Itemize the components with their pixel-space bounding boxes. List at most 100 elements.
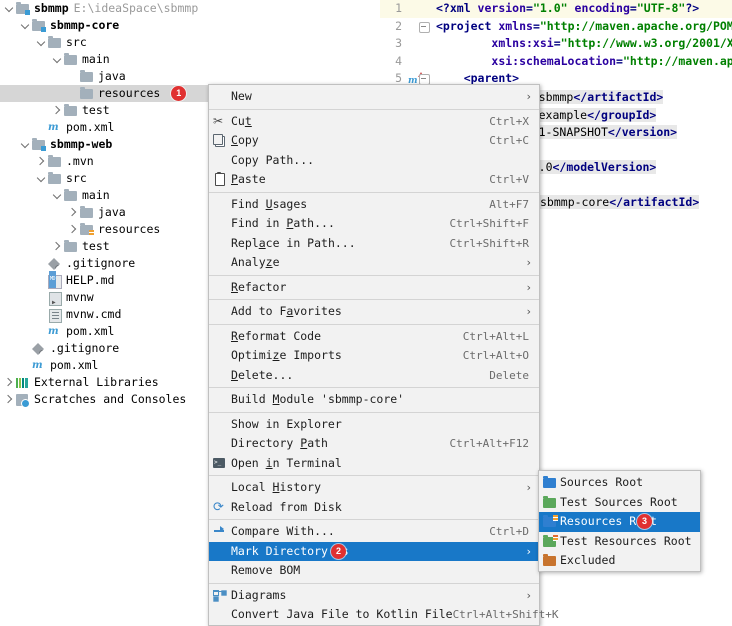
menu-item[interactable]: Find UsagesAlt+F7: [209, 195, 539, 215]
menu-item[interactable]: New›: [209, 87, 539, 107]
gutter-markers[interactable]: [406, 53, 432, 71]
code-token: </modelVersion>: [553, 160, 657, 174]
menu-separator: [209, 519, 539, 520]
tree-item-label: main: [82, 187, 115, 204]
gutter-markers[interactable]: [406, 18, 432, 36]
line-number: 3: [380, 35, 406, 53]
menu-item[interactable]: Compare With...Ctrl+D: [209, 522, 539, 542]
tree-expand-arrow[interactable]: [4, 374, 15, 391]
tree-row[interactable]: src: [0, 34, 380, 51]
tree-row[interactable]: java: [0, 68, 380, 85]
line-number: 1: [380, 0, 406, 18]
tree-item-label: Scratches and Consoles: [34, 391, 191, 408]
menu-item-shortcut: Delete: [489, 366, 539, 386]
context-menu[interactable]: New› CutCtrl+XCopyCtrl+CCopy Path...Paste…: [208, 84, 540, 626]
tree-row[interactable]: main: [0, 51, 380, 68]
submenu-item[interactable]: Excluded: [539, 551, 700, 571]
tree-item-label: sbmmp-core: [50, 17, 124, 34]
submenu-item[interactable]: Resources Root3: [539, 512, 700, 532]
menu-item[interactable]: Reload from Disk: [209, 498, 539, 518]
menu-separator: [209, 412, 539, 413]
gutter-markers[interactable]: [406, 0, 432, 18]
tree-expand-arrow[interactable]: [20, 136, 31, 153]
menu-item[interactable]: PasteCtrl+V: [209, 170, 539, 190]
menu-item[interactable]: Build Module 'sbmmp-core': [209, 390, 539, 410]
tree-expand-arrow[interactable]: [68, 221, 79, 238]
editor-line: 1<?xml version="1.0" encoding="UTF-8"?>: [380, 0, 732, 18]
menu-item[interactable]: Show in Explorer: [209, 415, 539, 435]
code-token: =: [526, 1, 533, 15]
tree-expand-arrow[interactable]: [36, 153, 47, 170]
mnemonic: M: [273, 392, 280, 406]
menu-item-label: Show in Explorer: [231, 415, 539, 435]
tree-item-label: mvnw: [66, 289, 99, 306]
code-token: <project: [436, 19, 498, 33]
menu-item[interactable]: Diagrams›: [209, 586, 539, 606]
tree-expand-arrow[interactable]: [52, 51, 63, 68]
mark-directory-as-submenu[interactable]: Sources RootTest Sources RootResources R…: [538, 470, 701, 572]
code-token: </artifactId>: [573, 90, 663, 104]
menu-item[interactable]: Open in Terminal: [209, 454, 539, 474]
tree-expand-arrow[interactable]: [4, 391, 15, 408]
menu-item-label: Paste: [231, 170, 489, 190]
menu-separator: [209, 109, 539, 110]
module-folder-icon: [31, 18, 46, 33]
maven-xml-icon: m: [31, 358, 46, 373]
folder-icon: [79, 69, 94, 84]
tree-expand-arrow[interactable]: [20, 17, 31, 34]
tree-expand-arrow[interactable]: [52, 238, 63, 255]
menu-item-shortcut: Ctrl+Alt+F12: [450, 434, 539, 454]
tree-spacer: [36, 255, 47, 272]
gutter-markers[interactable]: [406, 35, 432, 53]
menu-item[interactable]: Directory PathCtrl+Alt+F12: [209, 434, 539, 454]
submenu-item[interactable]: Sources Root: [539, 473, 700, 493]
code-token: </version>: [608, 125, 677, 139]
submenu-item-label: Sources Root: [560, 473, 643, 493]
compare-icon: [209, 522, 231, 541]
maven-xml-icon: m: [47, 120, 62, 135]
menu-item[interactable]: Copy Path...: [209, 151, 539, 171]
menu-item[interactable]: Delete...Delete: [209, 366, 539, 386]
copy-icon: [209, 131, 231, 150]
tree-item-label: mvnw.cmd: [66, 306, 126, 323]
menu-item[interactable]: Replace in Path...Ctrl+Shift+R: [209, 234, 539, 254]
folder-icon: [63, 188, 78, 203]
menu-item-icon-slot: [209, 390, 231, 409]
tree-row[interactable]: sbmmpE:\ideaSpace\sbmmp: [0, 0, 380, 17]
menu-item[interactable]: Refactor›: [209, 278, 539, 298]
menu-item[interactable]: Analyze›: [209, 253, 539, 273]
tree-expand-arrow[interactable]: [52, 102, 63, 119]
menu-item[interactable]: Optimize ImportsCtrl+Alt+O: [209, 346, 539, 366]
step-badge-2: 2: [331, 544, 346, 559]
code-token: <?xml: [436, 1, 478, 15]
mnemonic: P: [300, 436, 307, 450]
tree-expand-arrow[interactable]: [68, 204, 79, 221]
menu-item[interactable]: Add to Favorites›: [209, 302, 539, 322]
tree-row[interactable]: sbmmp-core: [0, 17, 380, 34]
tree-expand-arrow[interactable]: [52, 187, 63, 204]
menu-item[interactable]: CopyCtrl+C: [209, 131, 539, 151]
tree-item-label: .mvn: [66, 153, 99, 170]
submenu-item[interactable]: Test Resources Root: [539, 532, 700, 552]
menu-item[interactable]: Local History›: [209, 478, 539, 498]
code-token: [436, 71, 464, 85]
menu-item[interactable]: Convert Java File to Kotlin FileCtrl+Alt…: [209, 605, 539, 625]
tree-expand-arrow[interactable]: [36, 34, 47, 51]
submenu-arrow-icon: ›: [525, 542, 532, 562]
menu-item[interactable]: CutCtrl+X: [209, 112, 539, 132]
menu-item[interactable]: Reformat CodeCtrl+Alt+L: [209, 327, 539, 347]
menu-item[interactable]: Remove BOM: [209, 561, 539, 581]
menu-item-label: Cut: [231, 112, 489, 132]
code-fold-icon[interactable]: [419, 22, 430, 33]
folder-icon: [47, 154, 62, 169]
menu-item-icon-slot: [209, 605, 231, 624]
step-badge-1: 1: [171, 86, 186, 101]
menu-item[interactable]: Mark Directory as2›: [209, 542, 539, 562]
tree-expand-arrow[interactable]: [4, 0, 15, 17]
submenu-item[interactable]: Test Sources Root: [539, 493, 700, 513]
menu-item-shortcut: Ctrl+Shift+F: [450, 214, 539, 234]
tree-item-label: resources: [98, 221, 165, 238]
menu-item[interactable]: Find in Path...Ctrl+Shift+F: [209, 214, 539, 234]
tree-expand-arrow[interactable]: [36, 170, 47, 187]
sources-root-icon: [539, 473, 560, 492]
